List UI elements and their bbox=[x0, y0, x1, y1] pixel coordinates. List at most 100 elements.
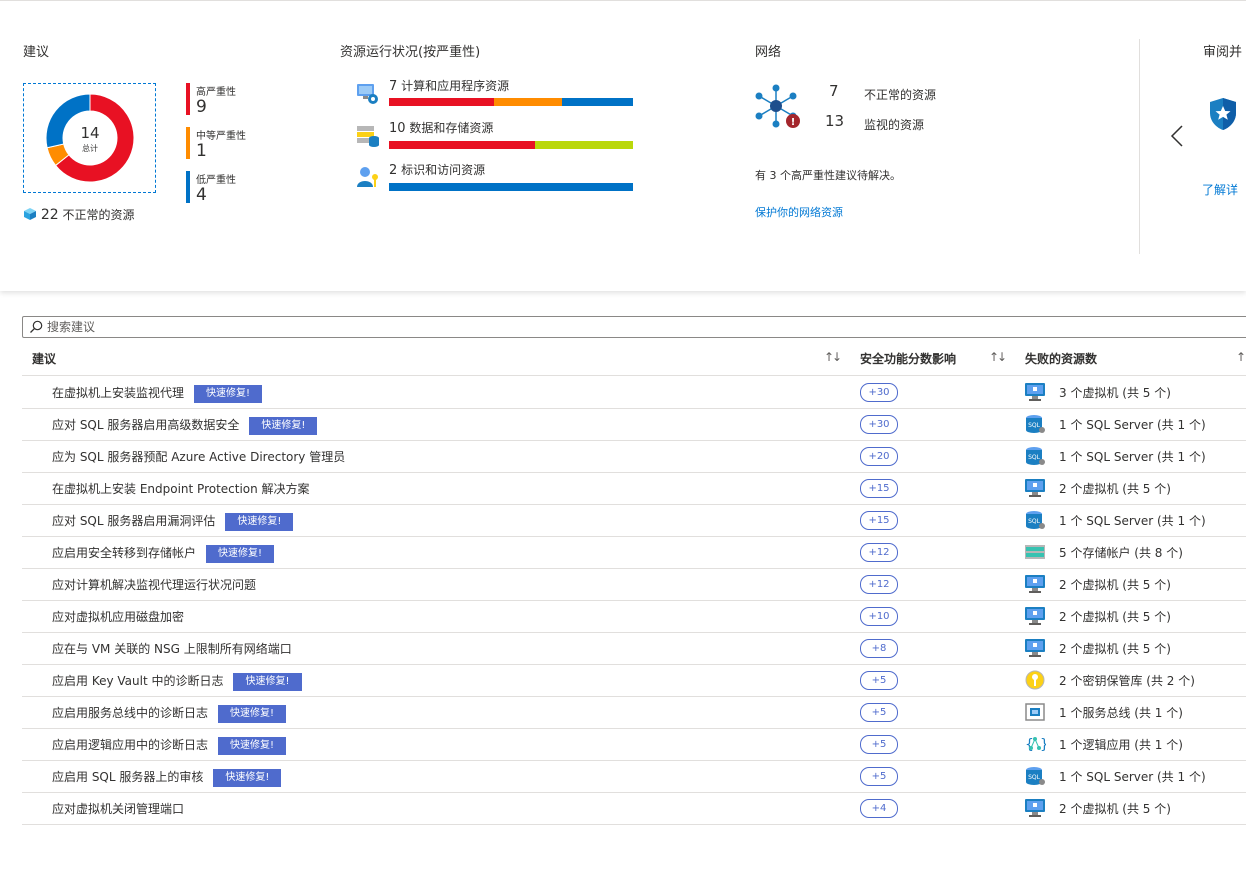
svg-text:SQL: SQL bbox=[1028, 774, 1041, 781]
table-row[interactable]: 应在与 VM 关联的 NSG 上限制所有网络端口 +8 2 个虚拟机 (共 5 个) bbox=[22, 632, 1246, 665]
recommendation-name[interactable]: 应启用服务总线中的诊断日志 快速修复! bbox=[52, 704, 287, 723]
recommendation-name[interactable]: 应对虚拟机应用磁盘加密 bbox=[52, 608, 184, 625]
recommendation-name[interactable]: 应在与 VM 关联的 NSG 上限制所有网络端口 bbox=[52, 640, 292, 657]
secure-score-impact: +5 bbox=[860, 735, 898, 754]
recommendation-name-text: 应启用 Key Vault 中的诊断日志 bbox=[52, 674, 224, 688]
recommendation-name[interactable]: 应启用 Key Vault 中的诊断日志 快速修复! bbox=[52, 672, 302, 691]
search-box[interactable] bbox=[22, 316, 1246, 338]
vm-icon bbox=[1024, 638, 1046, 658]
secure-score-impact: +30 bbox=[860, 415, 898, 434]
donut-total: 14 bbox=[80, 124, 99, 142]
table-row[interactable]: 应启用服务总线中的诊断日志 快速修复! +5 1 个服务总线 (共 1 个) bbox=[22, 696, 1246, 729]
column-header-secure-score-impact[interactable]: 安全功能分数影响 bbox=[860, 350, 956, 367]
low-severity-count: 4 bbox=[196, 185, 207, 205]
table-row[interactable]: 应启用安全转移到存储帐户 快速修复! +12 5 个存储帐户 (共 8 个) bbox=[22, 536, 1246, 569]
quick-fix-badge[interactable]: 快速修复! bbox=[218, 705, 287, 723]
quick-fix-badge[interactable]: 快速修复! bbox=[206, 545, 275, 563]
table-row[interactable]: 应启用 SQL 服务器上的审核 快速修复! +5 SQL 1 个 SQL Server … bbox=[22, 760, 1246, 793]
compute-health-bar bbox=[389, 98, 633, 106]
chevron-left-icon[interactable] bbox=[1170, 125, 1184, 150]
table-row[interactable]: 应对 SQL 服务器启用漏洞评估 快速修复! +15 SQL 1 个 SQL Serve… bbox=[22, 504, 1246, 537]
high-severity-count: 9 bbox=[196, 97, 207, 117]
health-bar-segment bbox=[389, 98, 494, 106]
network-unhealthy-label: 不正常的资源 bbox=[864, 88, 937, 102]
vm-icon bbox=[1024, 382, 1046, 402]
recommendation-name-text: 应对 SQL 服务器启用漏洞评估 bbox=[52, 514, 216, 528]
quick-fix-badge[interactable]: 快速修复! bbox=[249, 417, 318, 435]
table-row[interactable]: 应启用逻辑应用中的诊断日志快速修复! +5 {} 1 个逻辑应用 (共 1 个) bbox=[22, 728, 1246, 761]
vm-icon bbox=[1024, 798, 1046, 818]
quick-fix-badge[interactable]: 快速修复! bbox=[233, 673, 302, 691]
failed-resources-count: 2 个密钥保管库 (共 2 个) bbox=[1059, 674, 1195, 688]
secure-score-impact: +5 bbox=[860, 703, 898, 722]
recommendation-name[interactable]: 应对 SQL 服务器启用高级数据安全 快速修复! bbox=[52, 416, 318, 435]
table-row[interactable]: 应对虚拟机关闭管理端口 +4 2 个虚拟机 (共 5 个) bbox=[22, 792, 1246, 825]
identity-resources-label[interactable]: 2 标识和访问资源 bbox=[389, 161, 485, 178]
recommendation-name[interactable]: 在虚拟机上安装监视代理 快速修复! bbox=[52, 384, 263, 403]
failed-resources-count: 1 个 SQL Server (共 1 个) bbox=[1059, 418, 1206, 432]
quick-fix-badge[interactable]: 快速修复! bbox=[225, 513, 294, 531]
failed-resources-count: 2 个虚拟机 (共 5 个) bbox=[1059, 642, 1171, 656]
sql-icon: SQL bbox=[1024, 510, 1046, 530]
recommendation-name[interactable]: 应启用 SQL 服务器上的审核 快速修复! bbox=[52, 768, 282, 787]
recommendations-title: 建议 bbox=[23, 45, 50, 60]
recommendation-name-text: 在虚拟机上安装监视代理 bbox=[52, 386, 185, 400]
table-row[interactable]: 在虚拟机上安装 Endpoint Protection 解决方案 +15 2 个虚拟… bbox=[22, 472, 1246, 505]
severity-donut-chart[interactable]: 14 总计 bbox=[23, 83, 156, 193]
svg-text:SQL: SQL bbox=[1028, 422, 1041, 429]
unhealthy-label: 不正常的资源 bbox=[62, 208, 135, 222]
recommendation-name[interactable]: 应启用逻辑应用中的诊断日志 快速修复! bbox=[52, 736, 287, 755]
unhealthy-resources-summary[interactable]: 22 不正常的资源 bbox=[23, 206, 135, 223]
recommendation-name-text: 应启用 SQL 服务器上的审核 bbox=[52, 770, 204, 784]
recommendation-name-text: 应对计算机解决监视代理运行状况问题 bbox=[52, 578, 257, 592]
section-divider bbox=[1139, 39, 1140, 254]
learn-more-link[interactable]: 了解详 bbox=[1202, 181, 1238, 198]
data-storage-icon bbox=[356, 123, 380, 150]
search-input[interactable] bbox=[47, 319, 647, 335]
failed-resources-count: 2 个虚拟机 (共 5 个) bbox=[1059, 578, 1171, 592]
protect-network-link[interactable]: 保护你的网络资源 bbox=[755, 204, 843, 220]
recommendation-name[interactable]: 在虚拟机上安装 Endpoint Protection 解决方案 bbox=[52, 480, 310, 497]
table-row[interactable]: 应启用 Key Vault 中的诊断日志 快速修复! +5 2 个密钥保管库 (共 2… bbox=[22, 664, 1246, 697]
recommendation-name[interactable]: 应为 SQL 服务器预配 Azure Active Directory 管理员 bbox=[52, 448, 345, 465]
table-row[interactable]: 应对虚拟机应用磁盘加密 +10 2 个虚拟机 (共 5 个) bbox=[22, 600, 1246, 633]
table-row[interactable]: 应对 SQL 服务器启用高级数据安全 快速修复! +30 SQL 1 个 SQL Ser… bbox=[22, 408, 1246, 441]
sort-impact-icon[interactable]: ↑↓ bbox=[989, 350, 1007, 364]
recommendation-name[interactable]: 应对虚拟机关闭管理端口 bbox=[52, 800, 184, 817]
table-row[interactable]: 应为 SQL 服务器预配 Azure Active Directory 管理员 +… bbox=[22, 440, 1246, 473]
compute-resources-label[interactable]: 7 计算和应用程序资源 bbox=[389, 77, 509, 94]
health-bar-segment bbox=[389, 183, 633, 191]
sort-recommendation-icon[interactable]: ↑↓ bbox=[824, 350, 842, 364]
recommendation-name-text: 应为 SQL 服务器预配 Azure Active Directory 管理员 bbox=[52, 450, 346, 464]
svg-text:SQL: SQL bbox=[1028, 518, 1041, 525]
low-severity-label: 低严重性 bbox=[196, 175, 236, 186]
keyvault-icon bbox=[1024, 670, 1046, 690]
quick-fix-badge[interactable]: 快速修复! bbox=[194, 385, 263, 403]
svg-text:!: ! bbox=[791, 117, 796, 128]
low-severity-bar bbox=[186, 171, 190, 203]
column-header-recommendation[interactable]: 建议 bbox=[32, 350, 56, 367]
failed-resources-count: 3 个虚拟机 (共 5 个) bbox=[1059, 386, 1171, 400]
table-row[interactable]: 应对计算机解决监视代理运行状况问题 +12 2 个虚拟机 (共 5 个) bbox=[22, 568, 1246, 601]
secure-score-impact: +12 bbox=[860, 543, 898, 562]
health-bar-segment bbox=[562, 98, 633, 106]
secure-score-impact: +15 bbox=[860, 479, 898, 498]
recommendation-name[interactable]: 应启用安全转移到存储帐户 快速修复! bbox=[52, 544, 275, 563]
high-severity-label: 高严重性 bbox=[196, 87, 236, 98]
quick-fix-badge[interactable]: 快速修复! bbox=[213, 769, 282, 787]
resource-health-title: 资源运行状况(按严重性) bbox=[340, 45, 481, 60]
sort-failed-resources-icon[interactable]: ↑ bbox=[1236, 350, 1246, 364]
high-severity-bar bbox=[186, 83, 190, 115]
quick-fix-badge[interactable]: 快速修复! bbox=[218, 737, 287, 755]
network-title: 网络 bbox=[755, 45, 782, 60]
failed-resources-count: 5 个存储帐户 (共 8 个) bbox=[1059, 546, 1183, 560]
table-row[interactable]: 在虚拟机上安装监视代理 快速修复! +30 3 个虚拟机 (共 5 个) bbox=[22, 376, 1246, 409]
recommendation-name-text: 应启用服务总线中的诊断日志 bbox=[52, 706, 209, 720]
column-header-failed-resources[interactable]: 失败的资源数 bbox=[1025, 350, 1097, 367]
recommendation-name[interactable]: 应对 SQL 服务器启用漏洞评估 快速修复! bbox=[52, 512, 294, 531]
recommendation-name-text: 应启用安全转移到存储帐户 bbox=[52, 546, 197, 560]
health-bar-segment bbox=[493, 98, 563, 106]
vm-icon bbox=[1024, 606, 1046, 626]
recommendation-name[interactable]: 应对计算机解决监视代理运行状况问题 bbox=[52, 576, 256, 593]
data-storage-resources-label[interactable]: 10 数据和存储资源 bbox=[389, 119, 493, 136]
